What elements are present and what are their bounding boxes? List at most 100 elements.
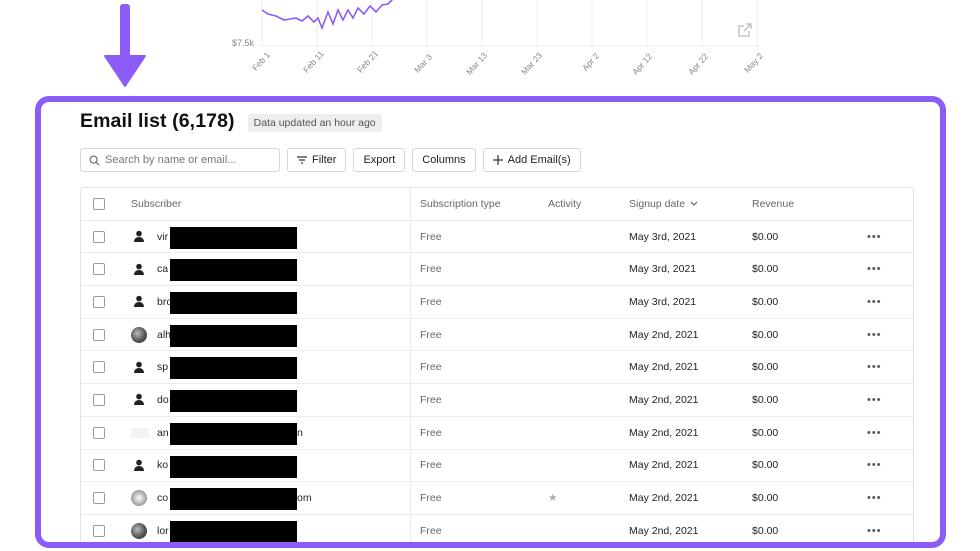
col-signup-date-label: Signup date xyxy=(629,197,686,210)
data-updated-badge: Data updated an hour ago xyxy=(247,113,382,132)
revenue-cell: $0.00 xyxy=(752,426,779,439)
revenue-cell: $0.00 xyxy=(752,459,779,472)
add-emails-button-label: Add Email(s) xyxy=(507,154,571,166)
subscriber-email: alh xyxy=(157,328,172,341)
signup-date-cell: May 2nd, 2021 xyxy=(629,426,699,439)
table-row[interactable]: lor Free May 2nd, 2021 $0.00 ••• xyxy=(81,514,913,542)
revenue-cell: $0.00 xyxy=(752,328,779,341)
subscriber-email: lor xyxy=(157,524,169,537)
row-more-button[interactable]: ••• xyxy=(867,450,882,482)
row-more-button[interactable]: ••• xyxy=(867,253,882,285)
columns-button[interactable]: Columns xyxy=(412,148,476,172)
redaction-box xyxy=(170,422,297,445)
redaction-box xyxy=(170,292,297,315)
y-axis-tick: $7.5k xyxy=(232,38,255,48)
revenue-line xyxy=(261,0,393,31)
signup-date-cell: May 2nd, 2021 xyxy=(629,524,699,537)
subscriber-email-tail: n xyxy=(297,426,303,439)
search-input[interactable]: Search by name or email... xyxy=(80,148,280,172)
revenue-cell: $0.00 xyxy=(752,524,779,537)
activity-cell: ★ xyxy=(548,492,558,505)
column-divider xyxy=(410,253,411,286)
chevron-down-icon xyxy=(690,201,698,207)
down-arrow-icon xyxy=(103,4,147,88)
subscriber-cell[interactable]: ca xyxy=(131,253,168,285)
row-more-button[interactable]: ••• xyxy=(867,515,882,542)
table-row[interactable]: sp Free May 2nd, 2021 $0.00 ••• xyxy=(81,351,913,385)
col-signup-date[interactable]: Signup date xyxy=(629,188,698,220)
row-checkbox[interactable] xyxy=(93,263,105,276)
subscriber-cell[interactable]: sp xyxy=(131,351,168,383)
col-revenue[interactable]: Revenue xyxy=(752,188,794,220)
row-more-button[interactable]: ••• xyxy=(867,221,882,253)
subscriber-table: Subscriber Subscription type Activity Si… xyxy=(80,187,914,542)
subscriber-cell[interactable]: ko xyxy=(131,450,168,482)
row-checkbox[interactable] xyxy=(93,524,105,537)
revenue-cell: $0.00 xyxy=(752,295,779,308)
avatar xyxy=(131,359,147,375)
columns-button-label: Columns xyxy=(422,154,466,166)
subscription-type-cell: Free xyxy=(420,263,442,276)
column-divider xyxy=(410,514,411,542)
row-checkbox[interactable] xyxy=(93,492,105,505)
table-row[interactable]: vir Free May 3rd, 2021 $0.00 ••• xyxy=(81,220,913,254)
subscriber-email-tail: om xyxy=(297,492,312,505)
table-row[interactable]: an n Free May 2nd, 2021 $0.00 ••• xyxy=(81,416,913,450)
subscription-type-cell: Free xyxy=(420,459,442,472)
filter-icon xyxy=(297,156,307,164)
avatar xyxy=(131,294,147,310)
subscriber-cell[interactable]: an xyxy=(131,417,169,449)
signup-date-cell: May 2nd, 2021 xyxy=(629,492,699,505)
avatar xyxy=(131,229,147,245)
redaction-box xyxy=(170,390,297,413)
col-activity[interactable]: Activity xyxy=(548,188,581,220)
row-more-button[interactable]: ••• xyxy=(867,286,882,318)
row-checkbox[interactable] xyxy=(93,393,105,406)
column-divider xyxy=(410,416,411,449)
subscriber-cell[interactable]: lor xyxy=(131,515,169,542)
row-checkbox[interactable] xyxy=(93,230,105,243)
subscriber-email: ca xyxy=(157,263,169,276)
row-checkbox[interactable] xyxy=(93,426,105,439)
subscriber-cell[interactable]: co xyxy=(131,482,168,514)
row-checkbox[interactable] xyxy=(93,361,105,374)
page-title: Email list (6,178) xyxy=(80,110,235,132)
external-link-icon[interactable] xyxy=(737,22,753,38)
email-list-header: Email list (6,178) Data updated an hour … xyxy=(80,110,382,133)
row-checkbox[interactable] xyxy=(93,459,105,472)
subscription-type-cell: Free xyxy=(420,426,442,439)
avatar xyxy=(131,392,147,408)
row-more-button[interactable]: ••• xyxy=(867,417,882,449)
col-subscriber[interactable]: Subscriber xyxy=(131,188,181,220)
redaction-box xyxy=(170,259,297,282)
select-all-checkbox[interactable] xyxy=(93,197,105,210)
export-button[interactable]: Export xyxy=(353,148,406,172)
table-row[interactable]: do Free May 2nd, 2021 $0.00 ••• xyxy=(81,384,913,417)
column-divider xyxy=(410,286,411,318)
table-row[interactable]: ko Free May 2nd, 2021 $0.00 ••• xyxy=(81,449,913,483)
table-row[interactable]: alh Free May 2nd, 2021 $0.00 ••• xyxy=(81,318,913,352)
subscription-type-cell: Free xyxy=(420,328,442,341)
row-checkbox[interactable] xyxy=(93,328,105,341)
filter-button[interactable]: Filter xyxy=(287,148,347,172)
subscriber-cell[interactable]: alh xyxy=(131,319,171,351)
row-more-button[interactable]: ••• xyxy=(867,319,882,351)
row-more-button[interactable]: ••• xyxy=(867,384,882,416)
table-row[interactable]: co om Free ★ May 2nd, 2021 $0.00 ••• xyxy=(81,482,913,515)
table-row[interactable]: bro Free May 3rd, 2021 $0.00 ••• xyxy=(81,286,913,319)
plus-icon xyxy=(492,155,503,165)
row-checkbox[interactable] xyxy=(93,295,105,308)
subscriber-cell[interactable]: do xyxy=(131,384,169,416)
revenue-cell: $0.00 xyxy=(752,230,779,243)
row-more-button[interactable]: ••• xyxy=(867,351,882,383)
signup-date-cell: May 2nd, 2021 xyxy=(629,328,699,341)
subscriber-cell[interactable]: bro xyxy=(131,286,172,318)
table-row[interactable]: ca Free May 3rd, 2021 $0.00 ••• xyxy=(81,253,913,287)
add-emails-button[interactable]: Add Email(s) xyxy=(482,148,581,172)
col-subscription-type[interactable]: Subscription type xyxy=(420,188,501,220)
table-header-row: Subscriber Subscription type Activity Si… xyxy=(81,188,913,221)
subscriber-cell[interactable]: vir xyxy=(131,221,168,253)
row-more-button[interactable]: ••• xyxy=(867,482,882,514)
email-list-panel: Email list (6,178) Data updated an hour … xyxy=(35,96,946,548)
column-divider xyxy=(410,482,411,514)
